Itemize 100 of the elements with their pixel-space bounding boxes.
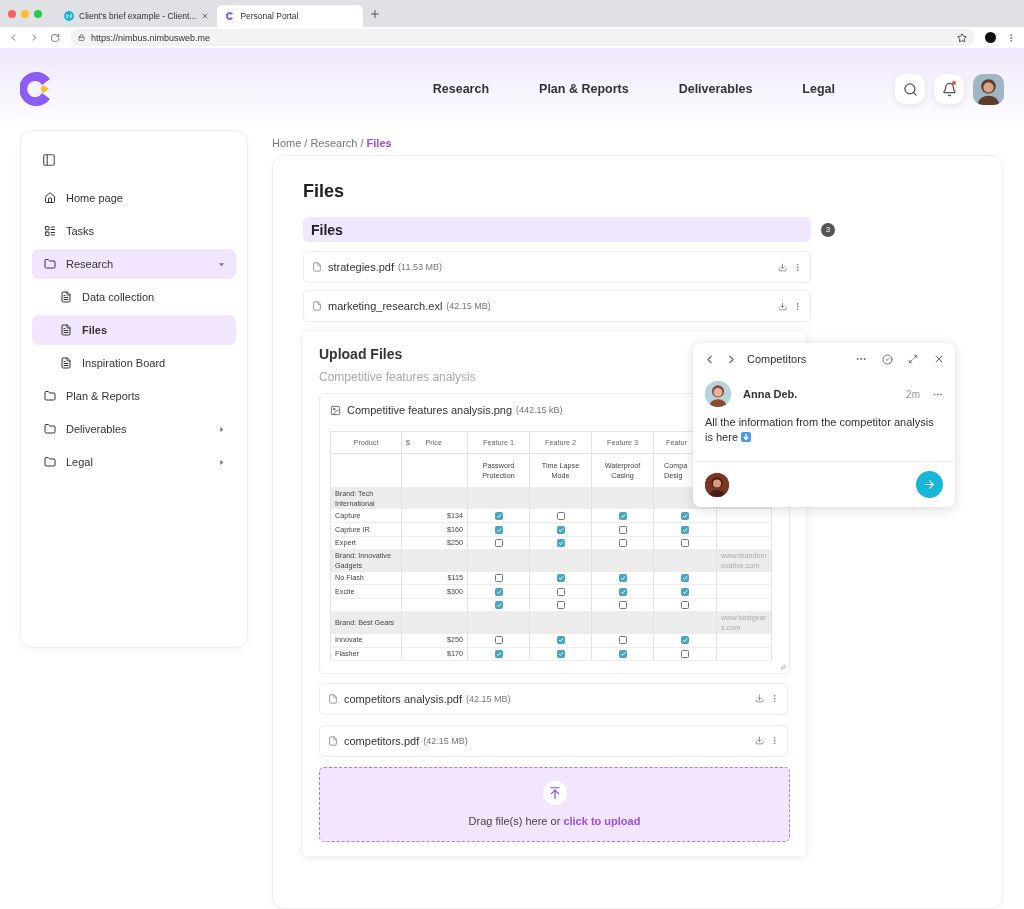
sidebar-item[interactable]: Home page xyxy=(32,183,236,213)
collapse-sidebar-icon[interactable] xyxy=(42,153,56,167)
files-group-header[interactable]: Files xyxy=(303,217,811,242)
profile-icon[interactable] xyxy=(985,32,996,43)
file-row[interactable]: competitors analysis.pdf (42.15 MB) xyxy=(319,682,788,715)
close-icon[interactable] xyxy=(933,353,945,365)
checkbox[interactable] xyxy=(681,512,689,521)
checkbox[interactable] xyxy=(556,512,565,521)
checkbox[interactable] xyxy=(556,574,565,583)
folder-icon xyxy=(44,423,56,435)
reload-icon[interactable] xyxy=(50,32,60,43)
resolve-icon[interactable] xyxy=(882,353,893,365)
checkbox[interactable] xyxy=(494,587,503,596)
checkbox[interactable] xyxy=(681,587,689,596)
more-icon[interactable] xyxy=(770,736,779,746)
checkbox[interactable] xyxy=(556,539,565,548)
checkbox[interactable] xyxy=(618,512,627,521)
checkbox[interactable] xyxy=(556,587,565,596)
breadcrumb-separator: / xyxy=(360,136,364,149)
dropzone[interactable]: Drag file(s) here or click to upload xyxy=(319,766,790,842)
download-icon[interactable] xyxy=(778,301,787,311)
download-icon[interactable] xyxy=(778,262,787,272)
sidebar-subitem[interactable]: Files xyxy=(32,315,236,345)
document-icon xyxy=(60,357,72,369)
breadcrumb-link[interactable]: Home xyxy=(272,136,302,149)
address-field[interactable]: https://nimbus.nimbusweb.me xyxy=(70,29,975,46)
star-icon[interactable] xyxy=(957,32,967,43)
sidebar-item[interactable]: Legal xyxy=(32,447,236,477)
checkbox[interactable] xyxy=(681,525,689,534)
download-icon[interactable] xyxy=(755,736,764,746)
notification-button[interactable] xyxy=(934,74,964,104)
breadcrumb-link[interactable]: Research xyxy=(310,136,358,149)
search-button[interactable] xyxy=(895,74,925,104)
checkbox[interactable] xyxy=(618,587,627,596)
file-icon xyxy=(328,693,338,704)
more-icon[interactable] xyxy=(793,301,802,311)
download-icon[interactable] xyxy=(755,694,764,704)
sidebar-item[interactable]: Plan & Reports xyxy=(32,381,236,411)
file-icon xyxy=(312,262,322,272)
checkbox[interactable] xyxy=(681,539,689,548)
checkbox[interactable] xyxy=(494,649,503,658)
upload-subtitle: Competitive features analysis xyxy=(319,370,476,384)
caret-icon[interactable] xyxy=(219,261,224,267)
checkbox[interactable] xyxy=(494,601,503,610)
checkbox[interactable] xyxy=(618,574,627,583)
browser-tab[interactable]: Client's brief example - Client... xyxy=(56,5,218,27)
nav-link[interactable]: Legal xyxy=(802,82,835,96)
logo-icon xyxy=(20,71,51,107)
checkbox[interactable] xyxy=(618,539,627,548)
sidebar-item[interactable]: Tasks xyxy=(32,216,236,246)
sidebar-item[interactable]: Research xyxy=(32,249,236,279)
caret-icon[interactable] xyxy=(219,426,224,432)
file-name: strategies.pdf xyxy=(328,261,395,273)
breadcrumb-separator: / xyxy=(304,136,308,149)
checkbox[interactable] xyxy=(618,649,627,658)
more-icon[interactable] xyxy=(770,694,779,704)
folder-icon xyxy=(44,258,56,270)
browser-tab[interactable]: Personal Portal xyxy=(217,5,364,27)
resize-handle-icon[interactable] xyxy=(780,663,786,670)
checkbox[interactable] xyxy=(681,636,689,645)
checkbox[interactable] xyxy=(494,512,503,521)
checkbox[interactable] xyxy=(494,525,503,534)
upload-link[interactable]: click to upload xyxy=(563,815,641,828)
file-row[interactable]: marketing_research.exl (42.15 MB) xyxy=(303,290,811,322)
checkbox[interactable] xyxy=(618,525,627,534)
checkbox[interactable] xyxy=(494,539,503,548)
app-icon xyxy=(64,11,74,21)
file-row[interactable]: strategies.pdf (11.53 MB) xyxy=(303,251,811,283)
send-button[interactable] xyxy=(916,471,943,498)
home-icon xyxy=(44,192,56,204)
down-arrow-icon xyxy=(741,432,752,443)
checkbox[interactable] xyxy=(494,574,503,583)
document-icon xyxy=(60,291,72,303)
checkbox[interactable] xyxy=(494,636,503,645)
checkbox[interactable] xyxy=(556,636,565,645)
checkbox[interactable] xyxy=(618,636,627,645)
sidebar-item[interactable]: Deliverables xyxy=(32,414,236,444)
checkbox[interactable] xyxy=(556,649,565,658)
expand-icon[interactable] xyxy=(908,354,918,364)
window-close-button[interactable] xyxy=(8,9,16,18)
sidebar-subitem[interactable]: Inspiration Board xyxy=(32,348,236,378)
caret-icon[interactable] xyxy=(219,459,224,465)
nav-link[interactable]: Plan & Reports xyxy=(539,82,629,96)
checkbox[interactable] xyxy=(618,601,627,610)
user-avatar[interactable] xyxy=(973,73,1004,105)
more-icon[interactable] xyxy=(793,262,802,272)
file-row[interactable]: competitors.pdf (42.15 MB) xyxy=(319,724,788,757)
checkbox[interactable] xyxy=(556,601,565,610)
breadcrumb-link[interactable]: Files xyxy=(366,136,392,149)
new-tab-icon[interactable] xyxy=(369,7,382,20)
checkbox[interactable] xyxy=(556,525,565,534)
close-icon[interactable] xyxy=(201,12,210,20)
checkbox[interactable] xyxy=(681,601,689,610)
nav-link[interactable]: Research xyxy=(432,82,490,96)
checkbox[interactable] xyxy=(681,649,689,658)
window-maximize-button[interactable] xyxy=(34,9,42,18)
nav-link[interactable]: Deliverables xyxy=(678,82,753,96)
user-avatar xyxy=(705,472,729,497)
sidebar-subitem[interactable]: Data collection xyxy=(32,282,236,312)
checkbox[interactable] xyxy=(681,574,689,583)
